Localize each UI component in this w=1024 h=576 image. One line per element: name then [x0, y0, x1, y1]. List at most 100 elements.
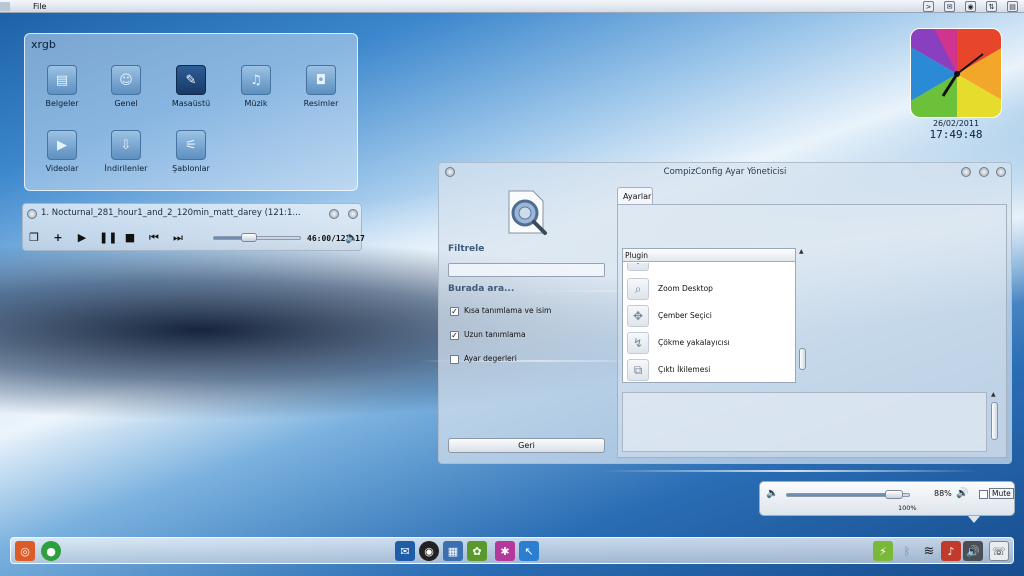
- short-desc-label: Kısa tanımlama ve isim: [464, 306, 552, 315]
- playlist-icon[interactable]: ❐: [27, 231, 41, 245]
- long-desc-label: Uzun tanımlama: [464, 330, 526, 339]
- folder-label: Genel: [114, 99, 138, 108]
- folder-muzik[interactable]: ♫ Müzik: [228, 65, 284, 108]
- plugin-name: Çember Seçici: [658, 311, 712, 320]
- ubuntu-icon[interactable]: ◎: [15, 541, 35, 561]
- plugin-name: Çökme yakalayıcısı: [658, 338, 730, 347]
- play-icon[interactable]: ▶: [75, 231, 89, 245]
- rhythmbox-icon[interactable]: ◉: [419, 541, 439, 561]
- desktop-folder-icon: ✎: [176, 65, 206, 95]
- clock-widget: [910, 28, 1002, 118]
- scroll-up-icon[interactable]: ▲: [991, 391, 996, 398]
- long-desc-checkbox[interactable]: ✓: [450, 331, 459, 340]
- music-indicator-icon[interactable]: ♪: [941, 541, 961, 561]
- volume-fill: [787, 494, 895, 496]
- folder-label: Şablonlar: [172, 164, 210, 173]
- logout-icon[interactable]: ☏: [989, 541, 1009, 561]
- volume-high-icon[interactable]: 🔊: [956, 488, 968, 499]
- network-icon[interactable]: ⇅: [986, 1, 997, 12]
- mail-icon[interactable]: ✉: [944, 1, 955, 12]
- plugin-partial-icon: ↓: [627, 263, 649, 271]
- ccsm-window: CompizConfig Ayar Yöneticisi Filtrele Bu…: [438, 162, 1012, 464]
- folder-resimler[interactable]: ◘ Resimler: [293, 65, 349, 108]
- folder-masaustu[interactable]: ✎ Masaüstü: [163, 65, 219, 108]
- folder-label: Masaüstü: [171, 99, 211, 108]
- workspace-icon[interactable]: ▦: [443, 541, 463, 561]
- setting-values-checkbox[interactable]: [450, 355, 459, 364]
- clock-date: 26/02/2011: [932, 119, 980, 128]
- scroll-thumb[interactable]: [799, 348, 806, 370]
- bluetooth-icon[interactable]: ᛒ: [897, 541, 917, 561]
- user-folder-icon: ☺: [111, 65, 141, 95]
- plugin-list-scrollbar[interactable]: ▲: [798, 248, 808, 383]
- plugin-list: Plugin ↓ ⌕ Zoom Desktop ✥ Çember Seçici …: [622, 248, 796, 383]
- folder-genel[interactable]: ☺ Genel: [98, 65, 154, 108]
- videos-folder-icon: ▶: [47, 130, 77, 160]
- thunderbird-icon[interactable]: ✉: [395, 541, 415, 561]
- plugin-row[interactable]: ⧉ Çıktı İkilemesi: [623, 357, 795, 382]
- cursor-icon[interactable]: ↖: [519, 541, 539, 561]
- plugin-row[interactable]: ↯ Çökme yakalayıcısı: [623, 330, 795, 356]
- bottom-panel: ◎ ● ✉ ◉ ▦ ✿ ✱ ↖ ⚡ ᛒ ≋ ♪ 🔊 ☏: [10, 537, 1014, 564]
- gimp-icon[interactable]: ✿: [467, 541, 487, 561]
- wifi-icon[interactable]: ≋: [919, 541, 939, 561]
- description-scrollbar[interactable]: ▲: [990, 391, 1000, 452]
- zoom-icon: ⌕: [627, 278, 649, 300]
- volume-icon[interactable]: 🔊: [963, 541, 983, 561]
- plugin-row[interactable]: ✥ Çember Seçici: [623, 303, 795, 329]
- seek-handle[interactable]: [241, 233, 257, 242]
- ring-switcher-icon: ✥: [627, 305, 649, 327]
- applet-menu-icon[interactable]: [0, 2, 10, 11]
- mute-label[interactable]: Mute: [989, 488, 1014, 499]
- downloads-folder-icon: ⇩: [111, 130, 141, 160]
- seek-bar[interactable]: [213, 236, 301, 240]
- folder-sablonlar[interactable]: ⚟ Şablonlar: [163, 130, 219, 173]
- close-button[interactable]: [996, 167, 1006, 177]
- filter-input[interactable]: [448, 263, 605, 277]
- search-in-label: Burada ara...: [448, 284, 515, 294]
- folder-label: Belgeler: [45, 99, 79, 108]
- scroll-up-icon[interactable]: ▲: [799, 248, 804, 255]
- folder-label: Videolar: [45, 164, 79, 173]
- volume-icon[interactable]: 🔈: [345, 231, 359, 245]
- volume-low-icon[interactable]: 🔈: [766, 488, 778, 499]
- plugin-column-header[interactable]: Plugin: [623, 249, 795, 262]
- battery-icon[interactable]: ⚡: [873, 541, 893, 561]
- folder-label: Resimler: [303, 99, 339, 108]
- player-minimize-button[interactable]: [329, 209, 339, 219]
- add-icon[interactable]: +: [51, 231, 65, 245]
- volume-handle[interactable]: [885, 490, 903, 499]
- volume-max-label: 100%: [898, 504, 917, 512]
- scroll-thumb[interactable]: [991, 402, 998, 440]
- pause-icon[interactable]: ❚❚: [99, 231, 117, 245]
- popup-pointer: [968, 516, 980, 523]
- document-icon[interactable]: ▤: [1007, 1, 1018, 12]
- music-folder-icon: ♫: [241, 65, 271, 95]
- compiz-icon[interactable]: ✱: [495, 541, 515, 561]
- stop-icon[interactable]: ■: [123, 231, 137, 245]
- player-menu-button[interactable]: [27, 209, 37, 219]
- next-icon[interactable]: ⏭: [171, 231, 185, 245]
- plugin-row[interactable]: ↓: [623, 263, 795, 273]
- previous-icon[interactable]: ⏮: [147, 231, 161, 245]
- disk-icon[interactable]: ◉: [965, 1, 976, 12]
- plugin-name: Zoom Desktop: [658, 284, 713, 293]
- pictures-folder-icon: ◘: [306, 65, 336, 95]
- media-player: 1. Nocturnal_281_hour1_and_2_120min_matt…: [22, 203, 365, 251]
- player-close-button[interactable]: [348, 209, 358, 219]
- menu-file[interactable]: File: [33, 2, 46, 11]
- short-desc-checkbox[interactable]: ✓: [450, 307, 459, 316]
- folder-indirilenler[interactable]: ⇩ İndirilenler: [98, 130, 154, 173]
- description-box: [622, 392, 987, 452]
- plugin-name: Çıktı İkilemesi: [658, 365, 711, 374]
- pidgin-icon[interactable]: ●: [41, 541, 61, 561]
- mute-checkbox[interactable]: [979, 490, 988, 499]
- minimize-button[interactable]: [961, 167, 971, 177]
- terminal-icon[interactable]: >: [923, 1, 934, 12]
- folder-belgeler[interactable]: ▤ Belgeler: [34, 65, 90, 108]
- tab-settings[interactable]: Ayarlar: [617, 187, 653, 204]
- plugin-row[interactable]: ⌕ Zoom Desktop: [623, 276, 795, 302]
- maximize-button[interactable]: [979, 167, 989, 177]
- back-button[interactable]: Geri: [448, 438, 605, 453]
- folder-videolar[interactable]: ▶ Videolar: [34, 130, 90, 173]
